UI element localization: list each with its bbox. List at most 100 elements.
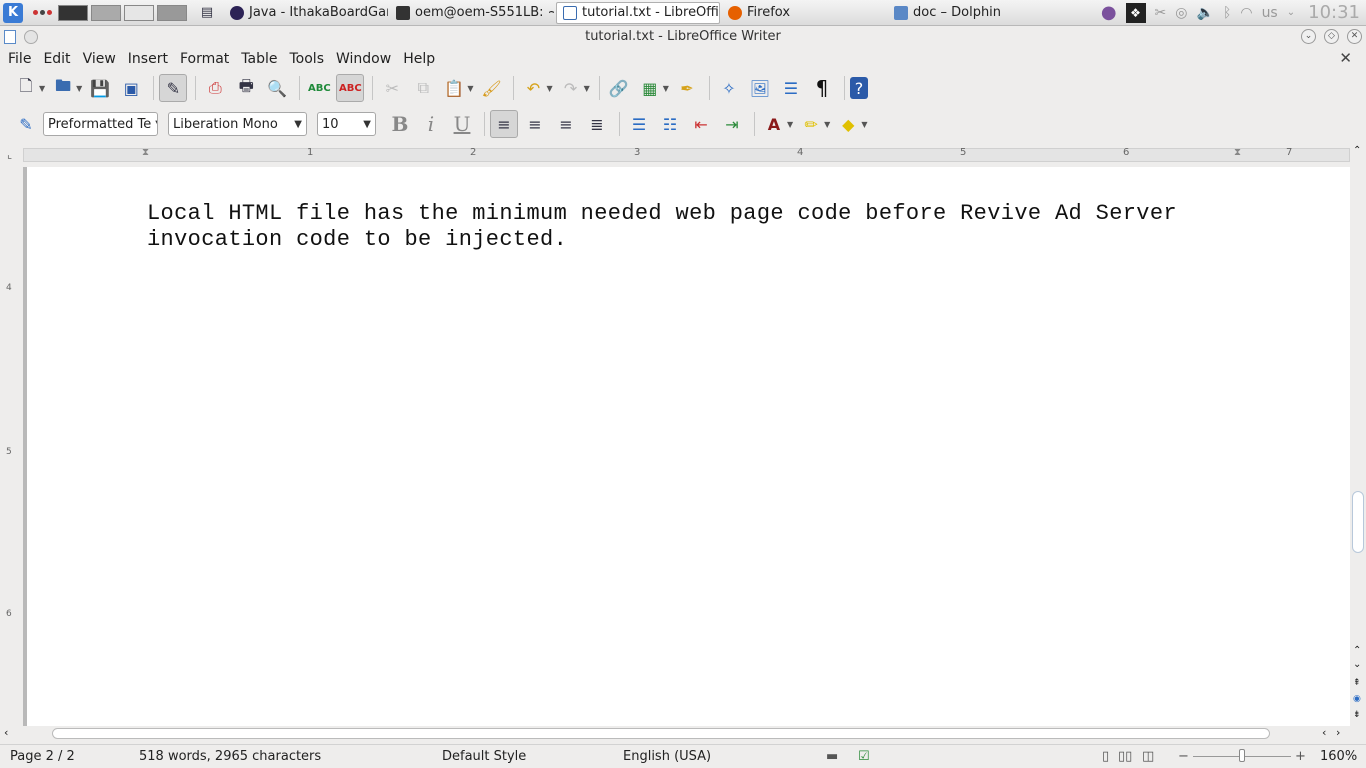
paste-icon[interactable]: 📋 (440, 74, 468, 102)
clock[interactable]: 10:31 (1308, 2, 1360, 23)
tab-stop-type-icon[interactable]: ⌞ (7, 148, 12, 161)
menu-view[interactable]: View (77, 51, 122, 67)
copy-icon[interactable]: ⧉ (409, 74, 437, 102)
font-name-select[interactable]: Liberation Mono ▼ (168, 112, 307, 136)
open-icon[interactable]: 🖿 (49, 74, 77, 102)
navigation-icon[interactable]: ◉ (1353, 694, 1361, 704)
horizontal-scrollbar[interactable]: ‹ ‹ › (0, 726, 1350, 742)
activity-switcher-icon[interactable] (33, 10, 52, 15)
task-firefox[interactable]: Firefox (722, 2, 886, 24)
export-pdf-icon[interactable]: ⎙ (201, 74, 229, 102)
bluetooth-icon[interactable]: ᛒ (1223, 5, 1231, 21)
scroll-up-icon[interactable]: ⌃ (1353, 645, 1361, 656)
scroll-right-icon[interactable]: › (1336, 726, 1340, 739)
chevron-down-icon[interactable]: ⌄ (1287, 7, 1295, 18)
task-dolphin[interactable]: doc – Dolphin (888, 2, 1052, 24)
edit-mode-pencil-icon[interactable]: ✎ (159, 74, 188, 102)
keyboard-layout-indicator[interactable]: us (1262, 5, 1278, 21)
page-style-status[interactable]: Default Style (442, 749, 526, 764)
hyperlink-icon[interactable]: 🔗 (605, 74, 633, 102)
menu-help[interactable]: Help (397, 51, 441, 67)
task-writer[interactable]: tutorial.txt - LibreOffic (556, 1, 720, 24)
styles-and-formatting-icon[interactable]: ✎ (12, 110, 40, 138)
scroll-left-icon[interactable]: ‹ (1322, 726, 1326, 739)
navigator-icon[interactable]: ✧ (715, 74, 743, 102)
menu-window[interactable]: Window (330, 51, 397, 67)
volume-icon[interactable]: 🔈 (1197, 5, 1214, 21)
decrease-indent-icon[interactable]: ⇤ (687, 110, 715, 138)
increase-indent-icon[interactable]: ⇥ (718, 110, 746, 138)
menu-edit[interactable]: Edit (37, 51, 76, 67)
application-launcher-icon[interactable]: K (3, 2, 23, 23)
underline-icon[interactable]: U (448, 110, 476, 138)
paragraph-style-select[interactable]: Preformatted Te ▼ (43, 112, 158, 136)
zoom-out-icon[interactable]: − (1178, 749, 1189, 764)
save-icon[interactable]: 💾 (86, 74, 114, 102)
gallery-icon[interactable]: 🖼 (746, 74, 774, 102)
menu-file[interactable]: File (2, 51, 37, 67)
close-document-icon[interactable]: ✕ (1333, 49, 1358, 67)
horizontal-scroll-thumb[interactable] (52, 728, 1270, 739)
chevron-down-icon[interactable]: ▼ (824, 120, 830, 129)
book-view-icon[interactable]: ◫ (1142, 749, 1154, 764)
scroll-left-icon[interactable]: ‹ (4, 726, 8, 739)
minimize-button[interactable]: ⌄ (1301, 29, 1316, 44)
document-modified-icon[interactable]: ☑ (858, 749, 870, 764)
multi-page-view-icon[interactable]: ▯▯ (1118, 749, 1132, 764)
previous-page-icon[interactable]: ⇞ (1353, 678, 1361, 688)
chevron-down-icon[interactable]: ▼ (584, 84, 590, 93)
font-size-select[interactable]: 10 ▼ (317, 112, 376, 136)
justify-icon[interactable]: ≣ (583, 110, 611, 138)
document-text[interactable]: Local HTML file has the minimum needed w… (147, 201, 1207, 253)
insert-table-icon[interactable]: ▦ (636, 74, 664, 102)
word-count-status[interactable]: 518 words, 2965 characters (139, 749, 321, 764)
klipper-icon[interactable]: ✂ (1155, 5, 1167, 21)
menu-insert[interactable]: Insert (122, 51, 174, 67)
data-sources-icon[interactable]: ☰ (777, 74, 805, 102)
virtual-desktop-2[interactable] (91, 4, 121, 21)
scroll-up-icon[interactable]: ⌃ (1353, 145, 1361, 156)
highlighting-icon[interactable]: ✏ (797, 110, 825, 138)
document-line[interactable]: invocation code to be injected. (147, 227, 1207, 253)
chevron-down-icon[interactable]: ▼ (546, 84, 552, 93)
new-document-icon[interactable]: 🗋 (12, 74, 40, 102)
clone-formatting-icon[interactable]: 🖌 (477, 74, 505, 102)
pin-icon[interactable] (24, 30, 38, 44)
numbering-icon[interactable]: ☰ (625, 110, 653, 138)
left-indent-marker[interactable]: ⧗ (142, 147, 149, 158)
menu-format[interactable]: Format (174, 51, 235, 67)
network-globe-icon[interactable]: ◎ (1175, 5, 1187, 21)
save-as-icon[interactable]: ▣ (117, 74, 145, 102)
print-preview-icon[interactable]: 🔍 (263, 74, 291, 102)
cut-icon[interactable]: ✂ (378, 74, 406, 102)
undo-icon[interactable]: ↶ (519, 74, 547, 102)
single-page-view-icon[interactable]: ▯ (1102, 749, 1109, 764)
chevron-down-icon[interactable]: ▼ (861, 120, 867, 129)
zoom-in-icon[interactable]: + (1295, 749, 1306, 764)
page-number-status[interactable]: Page 2 / 2 (10, 749, 75, 764)
task-terminal[interactable]: oem@oem-S551LB: ~/I (390, 2, 554, 24)
menu-table[interactable]: Table (235, 51, 283, 67)
menu-tools[interactable]: Tools (284, 51, 331, 67)
horizontal-ruler[interactable]: ⌞ ⧗ ⧗ 1 2 3 4 5 6 7 (0, 145, 1350, 167)
auto-spellcheck-icon[interactable]: ABC (336, 74, 365, 102)
vertical-scrollbar[interactable]: ⌃ ⌃ ⌄ ⇞ ◉ ⇟ (1350, 145, 1366, 726)
print-icon[interactable]: 🖶 (232, 74, 260, 102)
language-status[interactable]: English (USA) (623, 749, 711, 764)
virtual-desktop-4[interactable] (157, 4, 187, 21)
close-window-button[interactable]: ✕ (1347, 29, 1362, 44)
zoom-level[interactable]: 160% (1320, 749, 1357, 764)
bold-icon[interactable]: B (386, 110, 414, 138)
writer-document-icon[interactable] (4, 30, 16, 44)
wifi-icon[interactable]: ◠ (1240, 5, 1252, 21)
vertical-ruler[interactable]: 4 5 6 (0, 167, 23, 726)
maximize-button[interactable]: ◇ (1324, 29, 1339, 44)
chevron-down-icon[interactable]: ▼ (39, 84, 45, 93)
scroll-down-icon[interactable]: ⌄ (1353, 659, 1361, 670)
dropbox-icon[interactable]: ❖ (1125, 2, 1146, 23)
document-page[interactable]: Local HTML file has the minimum needed w… (27, 167, 1350, 726)
italic-icon[interactable]: i (417, 110, 445, 138)
virtual-desktop-1[interactable] (58, 4, 88, 21)
zoom-slider-handle[interactable] (1239, 749, 1245, 762)
task-eclipse[interactable]: Java - IthakaBoardGam (224, 2, 388, 24)
